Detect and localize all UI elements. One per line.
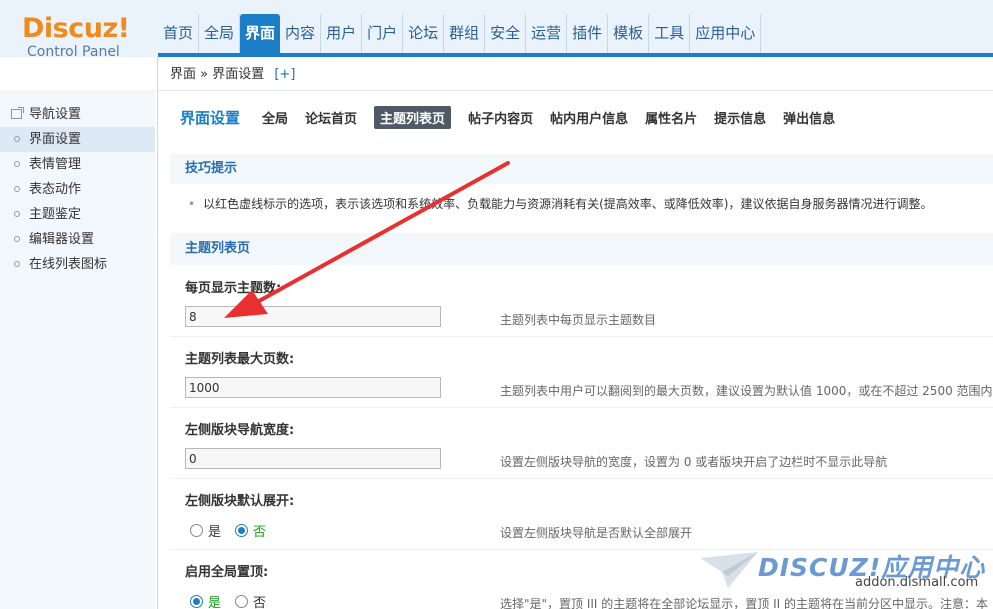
setting-description: 设置左侧版块导航是否默认全部展开 xyxy=(500,526,693,540)
setting-left-nav-expand: 左侧版块默认展开: 是 否 设置左侧版块导航是否默认全部展开 xyxy=(170,479,993,550)
nav-item-app-center[interactable]: 应用中心 xyxy=(690,14,762,53)
logo-sub: Control Panel xyxy=(27,44,120,60)
tips-text-row: • 以红色虚线标示的选项，表示该选项和系统效率、负载能力与资源消耗有关(提高效率、… xyxy=(188,195,932,212)
circle-bullet-icon xyxy=(14,261,20,267)
thread-list-heading: 主题列表页 xyxy=(170,233,993,265)
nav-item-content[interactable]: 内容 xyxy=(280,14,322,53)
nav-item-portal[interactable]: 门户 xyxy=(362,14,404,53)
section-nav: 界面设置 全局 论坛首页 主题列表页 帖子内容页 帖内用户信息 属性名片 提示信… xyxy=(170,100,993,134)
tab-post-user-info[interactable]: 帖内用户信息 xyxy=(550,108,628,127)
radio-group: 是 否 xyxy=(190,592,280,609)
nav-item-global[interactable]: 全局 xyxy=(199,14,241,53)
nav-item-operations[interactable]: 运营 xyxy=(526,14,568,53)
nav-item-interface[interactable]: 界面 xyxy=(240,14,281,53)
setting-description: 主题列表中每页显示主题数目 xyxy=(500,313,657,327)
setting-left-nav-width: 左侧版块导航宽度: 设置左侧版块导航的宽度，设置为 0 或者版块开启了边栏时不显… xyxy=(170,408,993,479)
tips-heading: 技巧提示 xyxy=(170,154,993,184)
topics-per-page-input[interactable] xyxy=(185,306,441,327)
setting-label: 左侧版块默认展开: xyxy=(185,494,295,509)
header-bar xyxy=(158,53,993,57)
radio-no[interactable] xyxy=(235,595,249,608)
tab-profile-card[interactable]: 属性名片 xyxy=(645,108,697,127)
sidebar-item-label: 表情管理 xyxy=(29,157,82,172)
tab-thread-list[interactable]: 主题列表页 xyxy=(374,105,452,129)
sidebar-item-label: 导航设置 xyxy=(29,107,82,122)
breadcrumb-add-button[interactable]: [+] xyxy=(274,67,295,82)
tab-prompt-messages[interactable]: 提示信息 xyxy=(714,108,766,127)
nav-item-security[interactable]: 安全 xyxy=(485,14,527,53)
nav-item-home[interactable]: 首页 xyxy=(158,14,200,53)
tab-global[interactable]: 全局 xyxy=(262,108,288,127)
nav-item-groups[interactable]: 群组 xyxy=(444,14,486,53)
radio-no[interactable] xyxy=(235,524,249,537)
sidebar-item-emoticons[interactable]: 表情管理 xyxy=(0,152,155,177)
radio-yes-label[interactable]: 是 xyxy=(208,521,221,540)
setting-description: 设置左侧版块导航的宽度，设置为 0 或者版块开启了边栏时不显示此导航 xyxy=(500,455,888,469)
setting-max-pages: 主题列表最大页数: 主题列表中用户可以翻阅到的最大页数，建议设置为默认值 100… xyxy=(170,337,993,408)
circle-bullet-icon xyxy=(14,236,20,242)
breadcrumb-divider xyxy=(158,90,993,91)
nav-item-forum[interactable]: 论坛 xyxy=(403,14,445,53)
tab-popup-messages[interactable]: 弹出信息 xyxy=(783,108,835,127)
logo-main: Discuz! xyxy=(22,13,130,44)
sidebar-item-label: 主题鉴定 xyxy=(29,207,82,222)
nav-item-tools[interactable]: 工具 xyxy=(649,14,691,53)
external-link-icon xyxy=(11,107,24,119)
bullet-icon: • xyxy=(188,197,196,211)
radio-no-label[interactable]: 否 xyxy=(253,592,266,609)
sidebar-item-interface-settings[interactable]: 界面设置 xyxy=(0,127,155,152)
sidebar-item-label: 表态动作 xyxy=(29,182,82,197)
tab-forum-index[interactable]: 论坛首页 xyxy=(305,108,357,127)
nav-item-templates[interactable]: 模板 xyxy=(608,14,650,53)
radio-yes-label[interactable]: 是 xyxy=(208,592,221,609)
setting-label: 每页显示主题数: xyxy=(185,281,282,296)
radio-yes[interactable] xyxy=(190,595,203,608)
setting-label: 左侧版块导航宽度: xyxy=(185,423,295,438)
breadcrumb-path: 界面 » 界面设置 xyxy=(170,67,265,82)
sidebar-item-online-icons[interactable]: 在线列表图标 xyxy=(0,252,155,277)
breadcrumb: 界面 » 界面设置 [+] xyxy=(170,66,295,84)
setting-label: 启用全局置顶: xyxy=(185,565,269,580)
setting-description: 选择"是"，置顶 III 的主题将在全部论坛显示，置顶 II 的主题将在当前分区… xyxy=(500,597,988,609)
max-pages-input[interactable] xyxy=(185,377,441,398)
sidebar-item-label: 编辑器设置 xyxy=(29,232,95,247)
sidebar: 导航设置 界面设置 表情管理 表态动作 主题鉴定 编辑器设置 在线列表图标 xyxy=(0,90,155,609)
sidebar-item-reactions[interactable]: 表态动作 xyxy=(0,177,155,202)
setting-global-sticky: 启用全局置顶: 是 否 选择"是"，置顶 III 的主题将在全部论坛显示，置顶 … xyxy=(170,550,993,609)
circle-bullet-icon xyxy=(14,161,20,167)
sidebar-item-thread-stamps[interactable]: 主题鉴定 xyxy=(0,202,155,227)
left-nav-width-input[interactable] xyxy=(185,448,441,469)
circle-bullet-icon xyxy=(14,186,20,192)
sidebar-item-label: 界面设置 xyxy=(29,132,82,147)
setting-description: 主题列表中用户可以翻阅到的最大页数，建议设置为默认值 1000，或在不超过 25… xyxy=(500,384,993,398)
circle-bullet-icon xyxy=(14,136,20,142)
main-content: 界面设置 全局 论坛首页 主题列表页 帖子内容页 帖内用户信息 属性名片 提示信… xyxy=(170,100,993,609)
page-title: 界面设置 xyxy=(180,108,241,127)
discuz-logo[interactable]: Discuz! Control Panel xyxy=(22,13,130,61)
nav-item-users[interactable]: 用户 xyxy=(321,14,363,53)
sidebar-item-editor-settings[interactable]: 编辑器设置 xyxy=(0,227,155,252)
setting-topics-per-page: 每页显示主题数: 主题列表中每页显示主题数目 xyxy=(170,266,993,337)
radio-group: 是 否 xyxy=(190,521,280,540)
tips-text: 以红色虚线标示的选项，表示该选项和系统效率、负载能力与资源消耗有关(提高效率、或… xyxy=(203,197,933,211)
sidebar-item-nav-settings[interactable]: 导航设置 xyxy=(0,102,155,127)
sidebar-divider xyxy=(157,57,158,609)
top-nav: 首页 全局 界面 内容 用户 门户 论坛 群组 安全 运营 插件 模板 工具 应… xyxy=(158,14,762,53)
header: Discuz! Control Panel 首页 全局 界面 内容 用户 门户 … xyxy=(0,0,993,61)
tab-post-content[interactable]: 帖子内容页 xyxy=(468,108,533,127)
radio-yes[interactable] xyxy=(190,524,203,537)
sidebar-item-label: 在线列表图标 xyxy=(29,257,108,272)
radio-no-label[interactable]: 否 xyxy=(253,521,266,540)
nav-item-plugins[interactable]: 插件 xyxy=(567,14,609,53)
setting-label: 主题列表最大页数: xyxy=(185,352,295,367)
circle-bullet-icon xyxy=(14,211,20,217)
